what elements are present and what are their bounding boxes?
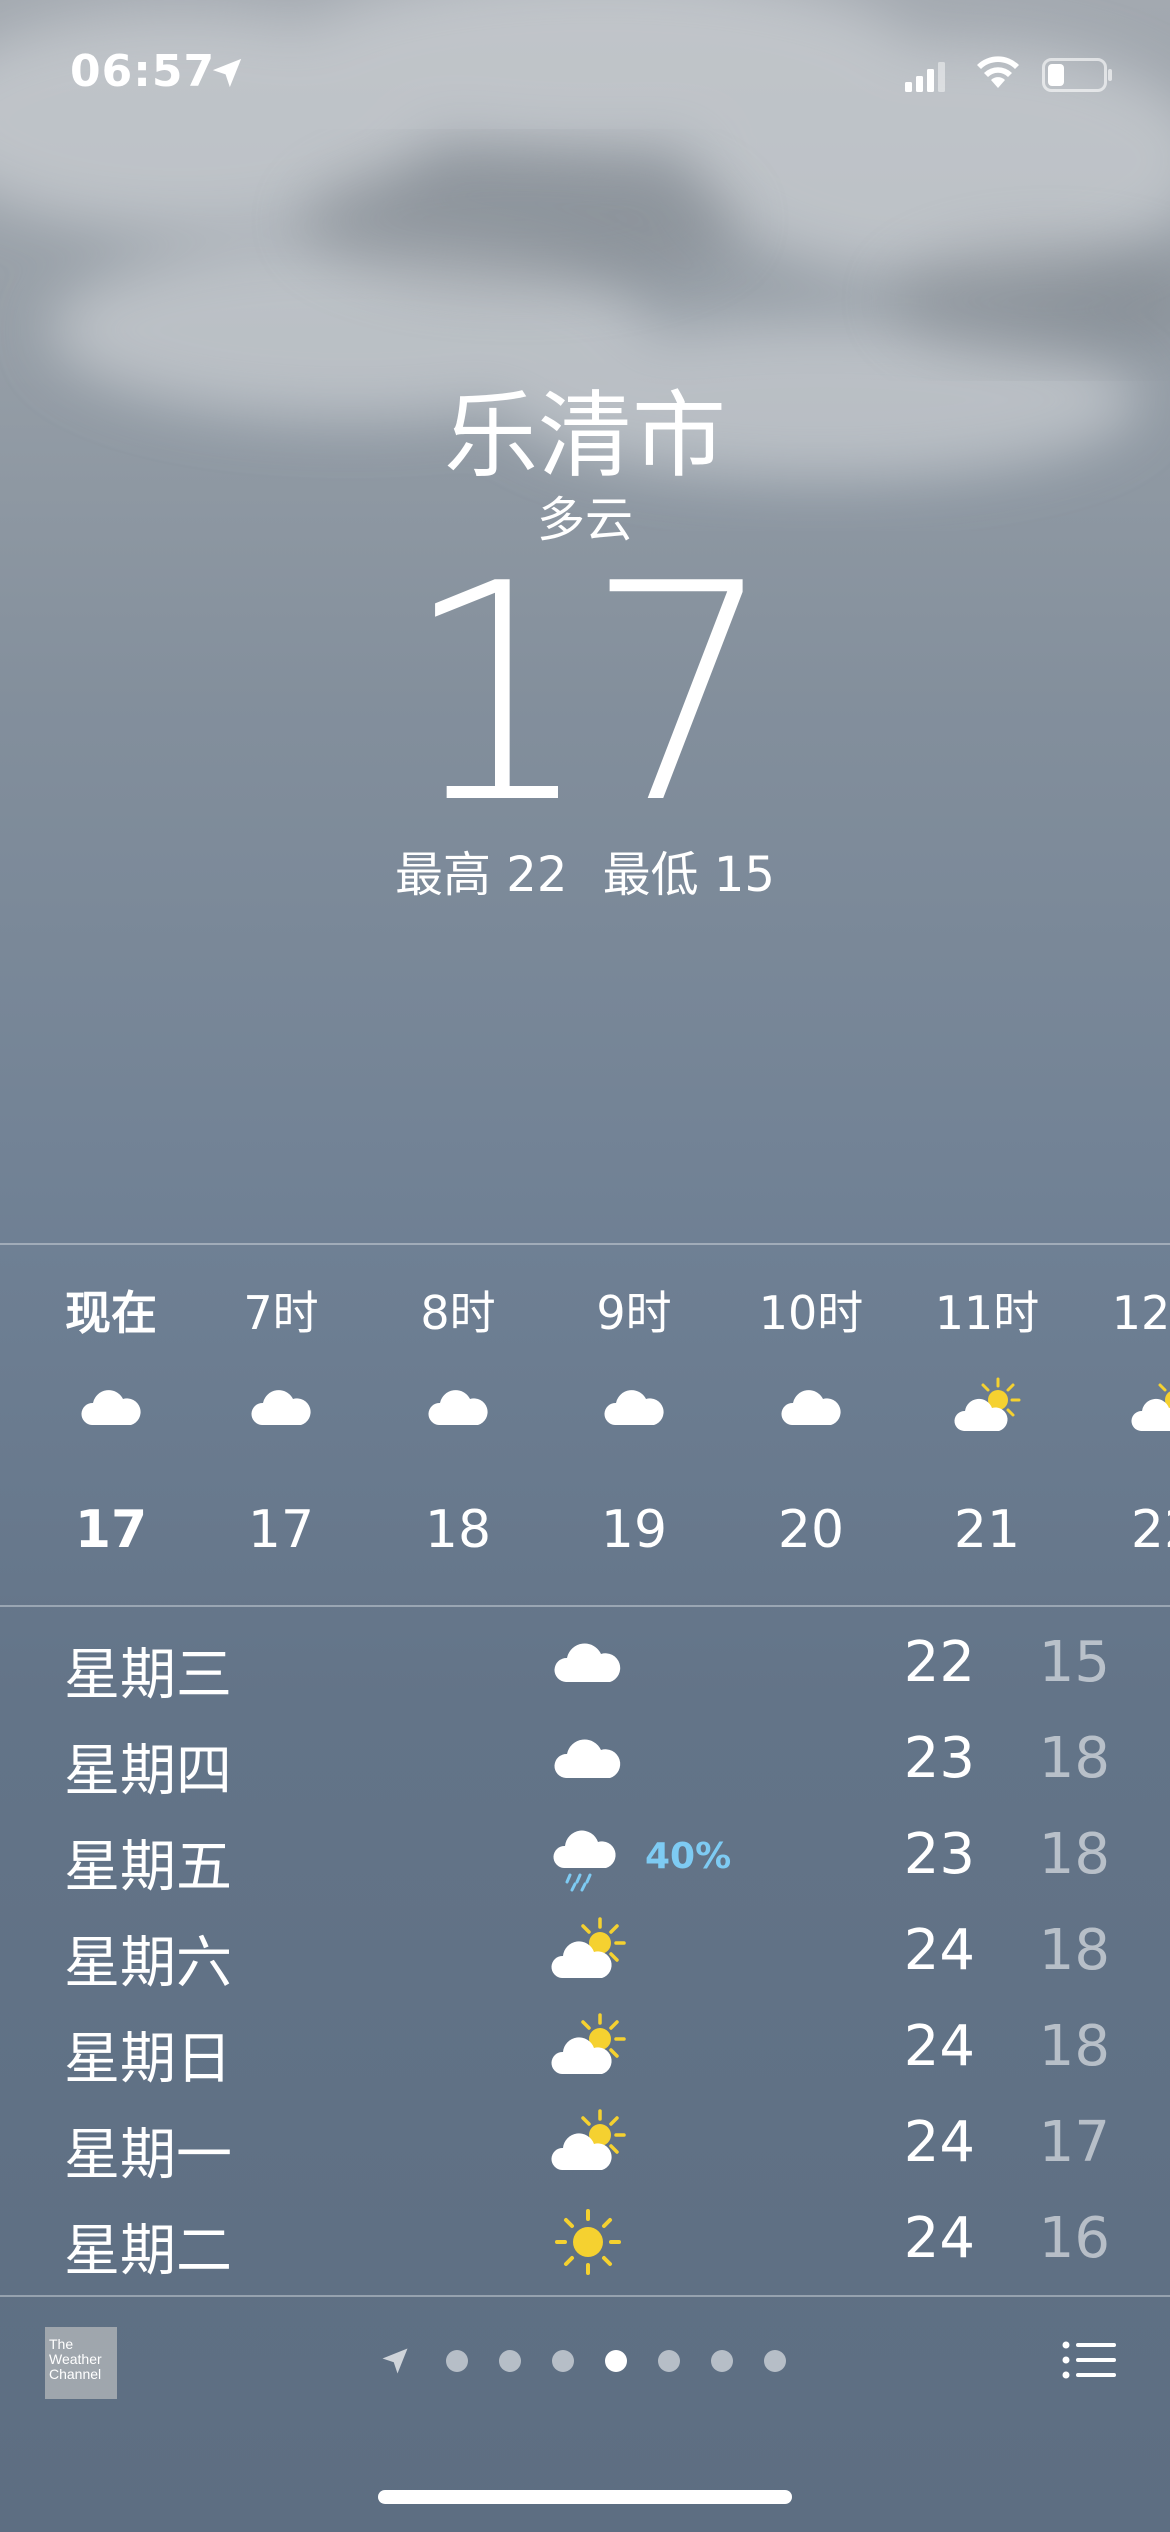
hour-temp: 22	[1130, 1500, 1170, 1560]
day-row: 星期四 23 18	[0, 1714, 1170, 1810]
divider	[0, 2295, 1170, 2297]
logo-line: The	[49, 2336, 74, 2352]
city-name: 乐清市	[443, 382, 726, 491]
day-row: 星期二 24 16	[0, 2194, 1170, 2290]
cloud-icon	[246, 1375, 316, 1445]
hour-temp: 19	[600, 1500, 668, 1560]
day-low: 17	[1038, 2110, 1110, 2175]
hour-label: 11时	[934, 1286, 1040, 1340]
cloud-icon	[776, 1375, 846, 1445]
day-row: 星期日 24 18	[0, 2002, 1170, 2098]
day-high: 23	[903, 1726, 975, 1791]
sun-icon	[548, 2202, 628, 2282]
day-high: 24	[903, 2014, 975, 2079]
day-name: 星期六	[64, 1931, 232, 1996]
day-low: 18	[1038, 2014, 1110, 2079]
page-dot[interactable]	[552, 2350, 574, 2372]
day-low: 18	[1038, 1918, 1110, 1983]
day-high: 22	[903, 1630, 975, 1695]
page-dot[interactable]	[499, 2350, 521, 2372]
wifi-icon	[977, 56, 1019, 88]
hour-label: 7时	[243, 1286, 319, 1340]
rain-cloud-icon	[548, 1818, 628, 1898]
status-bar: 06:57	[0, 0, 1170, 150]
day-row: 星期一 24 17	[0, 2098, 1170, 2194]
precip-chance: 40%	[645, 1836, 732, 1877]
day-name: 星期一	[64, 2123, 232, 2188]
day-name: 星期日	[64, 2027, 232, 2092]
current-location-icon	[382, 2348, 408, 2374]
day-low: 15	[1038, 1630, 1110, 1695]
day-low: 18	[1038, 1822, 1110, 1887]
hour-temp: 20	[777, 1500, 845, 1560]
cloud-icon	[548, 1722, 628, 1802]
divider	[0, 1605, 1170, 1607]
partly-sunny-icon	[952, 1375, 1022, 1445]
day-high: 24	[903, 1918, 975, 1983]
day-name: 星期三	[64, 1643, 232, 1708]
high-low: 最高 22 最低 15	[0, 835, 1170, 905]
battery-icon	[1042, 58, 1112, 92]
cloud-icon	[599, 1375, 669, 1445]
page-dot[interactable]	[711, 2350, 733, 2372]
logo-line: Channel	[49, 2366, 102, 2382]
page-indicator[interactable]	[380, 2340, 800, 2380]
logo-line: Weather	[49, 2351, 102, 2367]
day-row: 星期三 22 15	[0, 1618, 1170, 1714]
cloud-icon	[76, 1375, 146, 1445]
partly-sunny-icon	[548, 1914, 628, 1994]
page-dot[interactable]	[446, 2350, 468, 2372]
day-low: 16	[1038, 2206, 1110, 2271]
page-dot-active[interactable]	[605, 2350, 627, 2372]
partly-sunny-icon	[548, 2010, 628, 2090]
hour-label: 现在	[65, 1286, 157, 1340]
home-indicator[interactable]	[378, 2490, 792, 2504]
low-temp: 最低 15	[602, 847, 775, 903]
day-high: 24	[903, 2110, 975, 2175]
day-high: 23	[903, 1822, 975, 1887]
hourly-forecast[interactable]: 现在 17 7时 17 8时 18 9时 19 10时 20 11时 21 12…	[0, 1245, 1170, 1605]
list-icon[interactable]	[1062, 2340, 1118, 2380]
day-name: 星期四	[64, 1739, 232, 1804]
day-low: 18	[1038, 1726, 1110, 1791]
hour-temp: 17	[247, 1500, 315, 1560]
cloud-icon	[548, 1626, 628, 1706]
hour-label: 8时	[420, 1286, 496, 1340]
hour-label: 9时	[596, 1286, 672, 1340]
day-high: 24	[903, 2206, 975, 2271]
hour-temp: 21	[953, 1500, 1021, 1560]
high-temp: 最高 22	[395, 847, 568, 903]
status-time: 06:57	[70, 46, 216, 97]
current-temperature: 17	[402, 520, 776, 869]
weather-channel-logo[interactable]: The Weather Channel	[45, 2327, 117, 2399]
hour-label: 10时	[758, 1286, 864, 1340]
cloud-icon	[423, 1375, 493, 1445]
day-name: 星期二	[64, 2219, 232, 2284]
hour-temp: 17	[74, 1500, 148, 1560]
partly-sunny-icon	[548, 2106, 628, 2186]
page-dot[interactable]	[658, 2350, 680, 2372]
hour-temp: 18	[424, 1500, 492, 1560]
day-name: 星期五	[64, 1835, 232, 1900]
day-row: 星期五 40% 23 18	[0, 1810, 1170, 1906]
partly-sunny-icon	[1129, 1375, 1170, 1445]
hour-label: 12时	[1111, 1286, 1170, 1340]
signal-icon	[905, 62, 945, 92]
location-arrow-icon	[212, 58, 242, 88]
page-dot[interactable]	[764, 2350, 786, 2372]
day-row: 星期六 24 18	[0, 1906, 1170, 2002]
